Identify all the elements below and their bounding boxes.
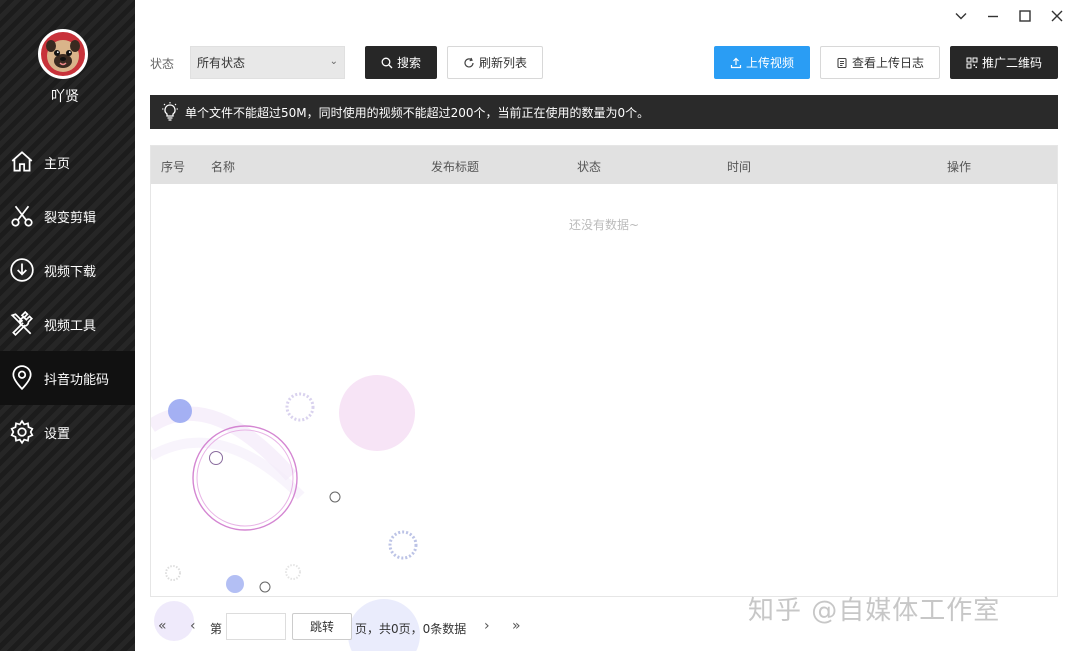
chevron-down-icon: [955, 13, 967, 20]
empty-state-text: 还没有数据~: [568, 218, 640, 232]
notice-text: 单个文件不能超过50M，同时使用的视频不能超过200个，当前正在使用的数量为0个…: [185, 105, 650, 120]
column-header-name: 名称: [211, 160, 236, 174]
refresh-icon: [464, 57, 474, 67]
pug-avatar-icon: [46, 40, 80, 72]
upload-button-label: 上传视频: [745, 56, 794, 70]
sidebar: 吖贤 主页 裂变剪辑 视频下载 视频工具 抖音功能码 设置: [0, 0, 135, 651]
search-icon: [381, 57, 393, 68]
download-icon: [9, 257, 35, 283]
qrcode-icon: [966, 57, 978, 68]
tools-icon: [9, 311, 35, 337]
sidebar-item-video-tools[interactable]: 视频工具: [0, 297, 135, 351]
lightbulb-icon: [162, 102, 178, 121]
sidebar-item-label: 裂变剪辑: [44, 210, 97, 226]
log-button-label: 查看上传日志: [851, 56, 924, 70]
status-select-value: 所有状态: [197, 56, 246, 70]
sidebar-item-label: 抖音功能码: [44, 372, 110, 388]
scissors-icon: [9, 203, 35, 229]
sidebar-item-label: 视频工具: [44, 318, 97, 334]
upload-video-button[interactable]: 上传视频: [714, 46, 810, 79]
maximize-icon: [1019, 10, 1031, 22]
upload-icon: [730, 57, 742, 68]
decorative-bubbles: [151, 375, 418, 593]
prev-page-button[interactable]: ‹: [190, 618, 196, 634]
sidebar-item-douyin-code[interactable]: 抖音功能码: [0, 351, 135, 405]
column-header-status: 状态: [577, 160, 602, 174]
column-header-title: 发布标题: [431, 160, 480, 174]
document-icon: [837, 57, 847, 68]
search-button-label: 搜索: [396, 56, 421, 70]
first-page-button[interactable]: «: [158, 618, 167, 634]
chevron-down-icon: ⌄: [329, 56, 338, 67]
sidebar-item-video-download[interactable]: 视频下载: [0, 243, 135, 297]
sidebar-item-fission-edit[interactable]: 裂变剪辑: [0, 189, 135, 243]
minimize-icon: [988, 15, 998, 18]
location-pin-icon: [9, 365, 35, 391]
collapse-button[interactable]: [950, 6, 972, 26]
minimize-button[interactable]: [982, 6, 1004, 26]
username: 吖贤: [51, 89, 79, 105]
view-upload-log-button[interactable]: 查看上传日志: [820, 46, 940, 79]
avatar[interactable]: [38, 29, 88, 79]
home-icon: [9, 149, 35, 175]
close-button[interactable]: [1046, 6, 1067, 26]
jump-button[interactable]: 跳转: [292, 613, 352, 640]
promo-qrcode-button[interactable]: 推广二维码: [950, 46, 1058, 79]
sidebar-item-settings[interactable]: 设置: [0, 405, 135, 459]
page-prefix-label: 第: [210, 622, 223, 636]
refresh-button-label: 刷新列表: [478, 56, 527, 70]
column-header-actions: 操作: [947, 160, 972, 174]
qr-button-label: 推广二维码: [981, 56, 1042, 70]
sidebar-item-label: 主页: [44, 156, 71, 172]
status-filter-label: 状态: [150, 57, 175, 71]
sidebar-item-label: 设置: [44, 426, 71, 442]
table-header: 序号 名称 发布标题 状态 时间 操作: [151, 146, 1057, 184]
video-table: 序号 名称 发布标题 状态 时间 操作 还没有数据~: [150, 145, 1058, 597]
next-page-button[interactable]: ›: [484, 618, 490, 634]
maximize-button[interactable]: [1014, 6, 1036, 26]
page-number-input[interactable]: [226, 613, 286, 640]
column-header-time: 时间: [727, 160, 752, 174]
status-select[interactable]: 所有状态 ⌄: [190, 46, 345, 79]
watermark: 知乎 @自媒体工作室: [748, 596, 1001, 626]
sidebar-item-home[interactable]: 主页: [0, 135, 135, 189]
notice-bar: 单个文件不能超过50M，同时使用的视频不能超过200个，当前正在使用的数量为0个…: [150, 95, 1058, 129]
sidebar-item-label: 视频下载: [44, 264, 97, 280]
last-page-button[interactable]: »: [512, 618, 521, 634]
page-summary: 页，共0页，0条数据: [355, 622, 467, 636]
refresh-list-button[interactable]: 刷新列表: [447, 46, 543, 79]
column-header-index: 序号: [161, 160, 186, 174]
close-icon: [1051, 10, 1063, 22]
search-button[interactable]: 搜索: [365, 46, 437, 79]
gear-icon: [9, 419, 35, 445]
